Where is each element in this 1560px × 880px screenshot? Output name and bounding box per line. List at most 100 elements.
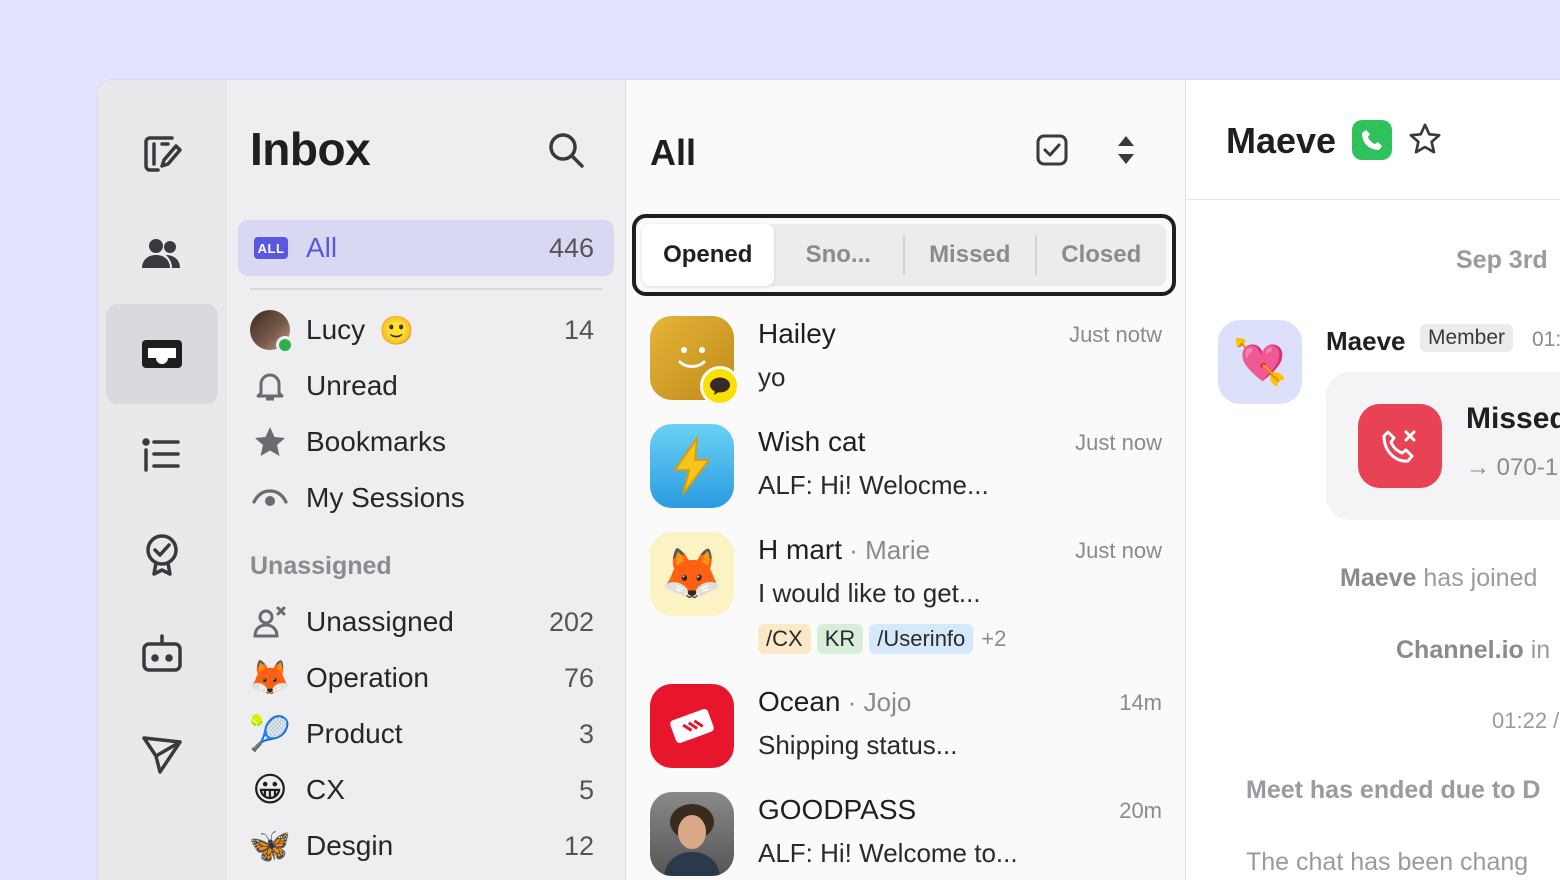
call-status: Missed xyxy=(1466,402,1560,435)
sidebar-item-label: CX xyxy=(306,774,345,805)
butterfly-icon: 🦋 xyxy=(248,827,292,865)
tab-closed[interactable]: Closed xyxy=(1037,224,1167,286)
tab-snoozed[interactable]: Sno... xyxy=(774,224,904,286)
compose-icon[interactable] xyxy=(106,104,218,204)
system-message: Channel.io in xyxy=(1396,636,1551,664)
chat-list: All Opened Sno... Missed Closed Hailey J… xyxy=(626,80,1186,880)
status-tabs: Opened Sno... Missed Closed xyxy=(632,214,1176,296)
tab-opened[interactable]: Opened xyxy=(642,224,774,286)
chat-assignee: Jojo xyxy=(863,687,912,717)
sidebar-item-label: My Sessions xyxy=(306,482,465,513)
online-indicator xyxy=(276,336,294,354)
system-message: Maeve has joined xyxy=(1340,564,1538,592)
call-number: → 070-1 xyxy=(1466,454,1559,481)
star-icon[interactable] xyxy=(1408,122,1442,161)
sidebar-item-label: All xyxy=(306,232,338,263)
tag[interactable]: KR xyxy=(816,624,864,654)
sidebar-item-count: 76 xyxy=(563,662,594,693)
fox-icon: 🦊 xyxy=(248,659,292,697)
system-time: 01:22 / xyxy=(1492,708,1560,733)
search-icon[interactable] xyxy=(544,128,588,172)
chat-row[interactable]: Ocean · Jojo 14m Shipping status... xyxy=(650,684,1162,784)
tab-missed[interactable]: Missed xyxy=(905,224,1035,286)
all-badge-icon: ALL xyxy=(254,237,288,259)
chat-name: H mart · Marie xyxy=(758,534,931,565)
system-message: The chat has been chang xyxy=(1246,848,1529,876)
unassigned-user-icon xyxy=(250,602,290,642)
sort-icon[interactable] xyxy=(1110,132,1142,173)
phone-icon[interactable] xyxy=(1352,120,1392,160)
sidebar-item-label: Lucy xyxy=(306,314,366,345)
sidebar-item-unread[interactable]: Unread xyxy=(250,360,602,412)
contacts-icon[interactable] xyxy=(106,204,218,304)
chat-name: Hailey xyxy=(758,318,836,349)
tag[interactable]: /Userinfo xyxy=(869,624,974,654)
chat-preview: Shipping status... xyxy=(758,730,958,760)
role-badge: Member xyxy=(1420,324,1514,352)
sidebar-item-count: 12 xyxy=(563,830,594,861)
send-icon[interactable] xyxy=(106,704,218,804)
chat-row[interactable]: 🦊 H mart · Marie Just now I would like t… xyxy=(650,532,1162,672)
sidebar-item-count: 446 xyxy=(548,232,594,263)
sidebar-item-label: Unread xyxy=(306,370,398,401)
chat-row[interactable]: Hailey Just notw yo xyxy=(650,316,1162,416)
avatar xyxy=(650,684,734,768)
more-tags[interactable]: +2 xyxy=(981,626,1006,652)
sidebar-item-cx[interactable]: 😀 CX 5 xyxy=(250,764,602,816)
sidebar-item-label: Desgin xyxy=(306,830,394,861)
sidebar-item-lucy[interactable]: Lucy 🙂 14 xyxy=(250,304,602,356)
tag-list: /CX KR /Userinfo +2 xyxy=(758,624,1006,654)
sidebar-item-bookmarks[interactable]: Bookmarks xyxy=(250,416,602,468)
chat-time: Just now xyxy=(1075,430,1162,455)
date-separator: Sep 3rd xyxy=(1456,246,1548,274)
sidebar-item-desgin[interactable]: 🦋 Desgin 12 xyxy=(248,820,602,872)
sidebar-item-all[interactable]: ALL All 446 xyxy=(238,220,614,276)
sidebar-item-label: Unassigned xyxy=(306,606,454,637)
kakao-chat-icon xyxy=(700,366,740,406)
arrow-right-icon: → xyxy=(1466,454,1497,481)
list-title: All xyxy=(650,132,697,173)
list-icon[interactable] xyxy=(106,404,218,504)
status-emoji-icon: 🙂 xyxy=(379,314,415,346)
inbox-sidebar: Inbox ALL All 446 Lucy 🙂 14 Unread Bookm… xyxy=(226,80,626,880)
sidebar-item-product[interactable]: 🎾 Product 3 xyxy=(248,708,602,760)
sidebar-item-my-sessions[interactable]: My Sessions xyxy=(250,472,602,524)
sidebar-item-unassigned[interactable]: Unassigned 202 xyxy=(250,596,602,648)
heart-avatar-icon: 💘 xyxy=(1218,320,1302,404)
app-window: Inbox ALL All 446 Lucy 🙂 14 Unread Bookm… xyxy=(98,80,1560,880)
bot-icon[interactable] xyxy=(106,604,218,704)
select-checkbox-icon[interactable] xyxy=(1034,132,1070,173)
chat-row[interactable]: Wish cat Just now ALF: Hi! Welocme... xyxy=(650,424,1162,524)
inbox-icon[interactable] xyxy=(106,304,218,404)
chat-name: Wish cat xyxy=(758,426,866,457)
tennis-ball-icon: 🎾 xyxy=(248,715,292,753)
contact-name: Maeve xyxy=(1226,120,1337,161)
bell-icon xyxy=(250,366,290,406)
chat-name: Ocean · Jojo xyxy=(758,686,912,717)
fox-avatar-icon: 🦊 xyxy=(650,532,734,616)
chat-name: GOODPASS xyxy=(758,794,917,825)
eye-icon xyxy=(250,478,290,518)
sidebar-item-label: Product xyxy=(306,718,403,749)
tag[interactable]: /CX xyxy=(758,624,811,654)
missed-call-card[interactable]: Missed → 070-1 xyxy=(1326,372,1560,520)
sidebar-item-operation[interactable]: 🦊 Operation 76 xyxy=(248,652,602,704)
chat-assignee: Marie xyxy=(865,535,931,565)
sidebar-item-count: 5 xyxy=(578,774,594,805)
avatar xyxy=(250,310,294,354)
avatar xyxy=(650,424,734,508)
sidebar-item-label: Operation xyxy=(306,662,429,693)
chat-time: 20m xyxy=(1119,798,1162,823)
chat-row[interactable]: GOODPASS 20m ALF: Hi! Welcome to... xyxy=(650,792,1162,880)
sidebar-item-count: 14 xyxy=(563,314,594,345)
divider xyxy=(250,288,602,290)
badge-check-icon[interactable] xyxy=(106,504,218,604)
message-sender: Maeve xyxy=(1326,326,1406,356)
chat-preview: ALF: Hi! Welcome to... xyxy=(758,838,1018,868)
chat-preview: ALF: Hi! Welocme... xyxy=(758,470,989,500)
chat-preview: I would like to get... xyxy=(758,578,981,608)
sidebar-item-count: 3 xyxy=(578,718,594,749)
sidebar-item-label: Bookmarks xyxy=(306,426,447,457)
chat-preview: yo xyxy=(758,362,786,392)
chat-detail: Maeve Sep 3rd 💘 Maeve Member 01: Missed … xyxy=(1186,80,1560,880)
